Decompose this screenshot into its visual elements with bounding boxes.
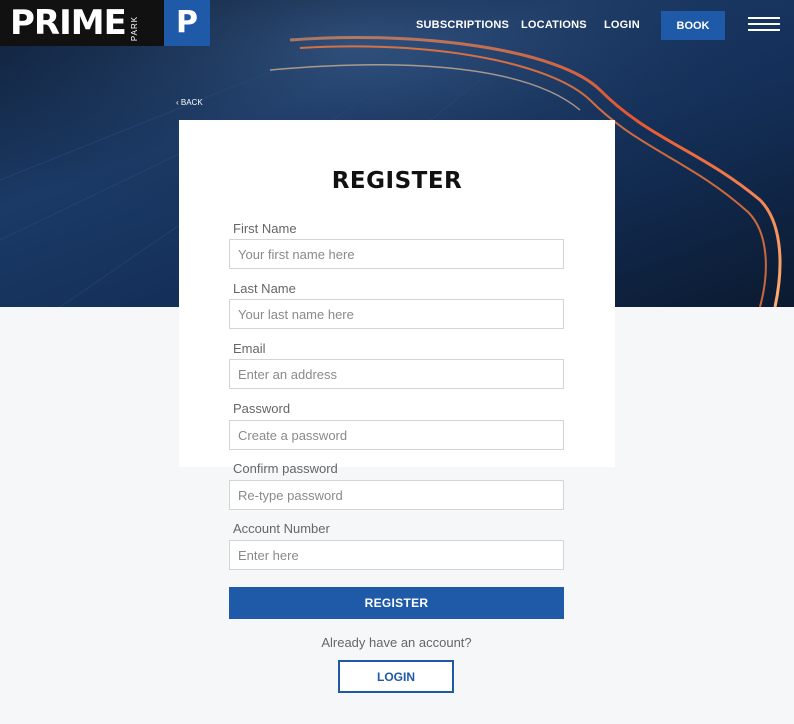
- account-number-field[interactable]: [229, 540, 564, 570]
- last-name-field[interactable]: [229, 299, 564, 329]
- already-have-account-text: Already have an account?: [321, 635, 472, 650]
- nav-locations[interactable]: LOCATIONS: [521, 19, 587, 31]
- password-field[interactable]: [229, 420, 564, 450]
- brand-mark: P: [164, 0, 210, 46]
- email-label: Email: [233, 341, 266, 356]
- book-button[interactable]: BOOK: [661, 11, 725, 40]
- brand-name: PRIME: [10, 3, 127, 43]
- confirm-password-label: Confirm password: [233, 461, 338, 476]
- nav-login[interactable]: LOGIN: [604, 19, 640, 31]
- first-name-label: First Name: [233, 221, 297, 236]
- last-name-label: Last Name: [233, 281, 296, 296]
- login-button[interactable]: LOGIN: [338, 660, 454, 693]
- back-link[interactable]: ‹ BACK: [176, 98, 203, 107]
- brand-sub: PARK: [129, 15, 139, 41]
- password-label: Password: [233, 401, 291, 416]
- account-number-label: Account Number: [233, 521, 330, 536]
- first-name-field[interactable]: [229, 239, 564, 269]
- register-button[interactable]: REGISTER: [229, 587, 564, 619]
- page-title: REGISTER: [331, 168, 463, 194]
- email-field[interactable]: [229, 359, 564, 389]
- nav-subscriptions[interactable]: SUBSCRIPTIONS: [416, 19, 509, 31]
- hamburger-menu-icon[interactable]: [748, 17, 780, 33]
- confirm-password-field[interactable]: [229, 480, 564, 510]
